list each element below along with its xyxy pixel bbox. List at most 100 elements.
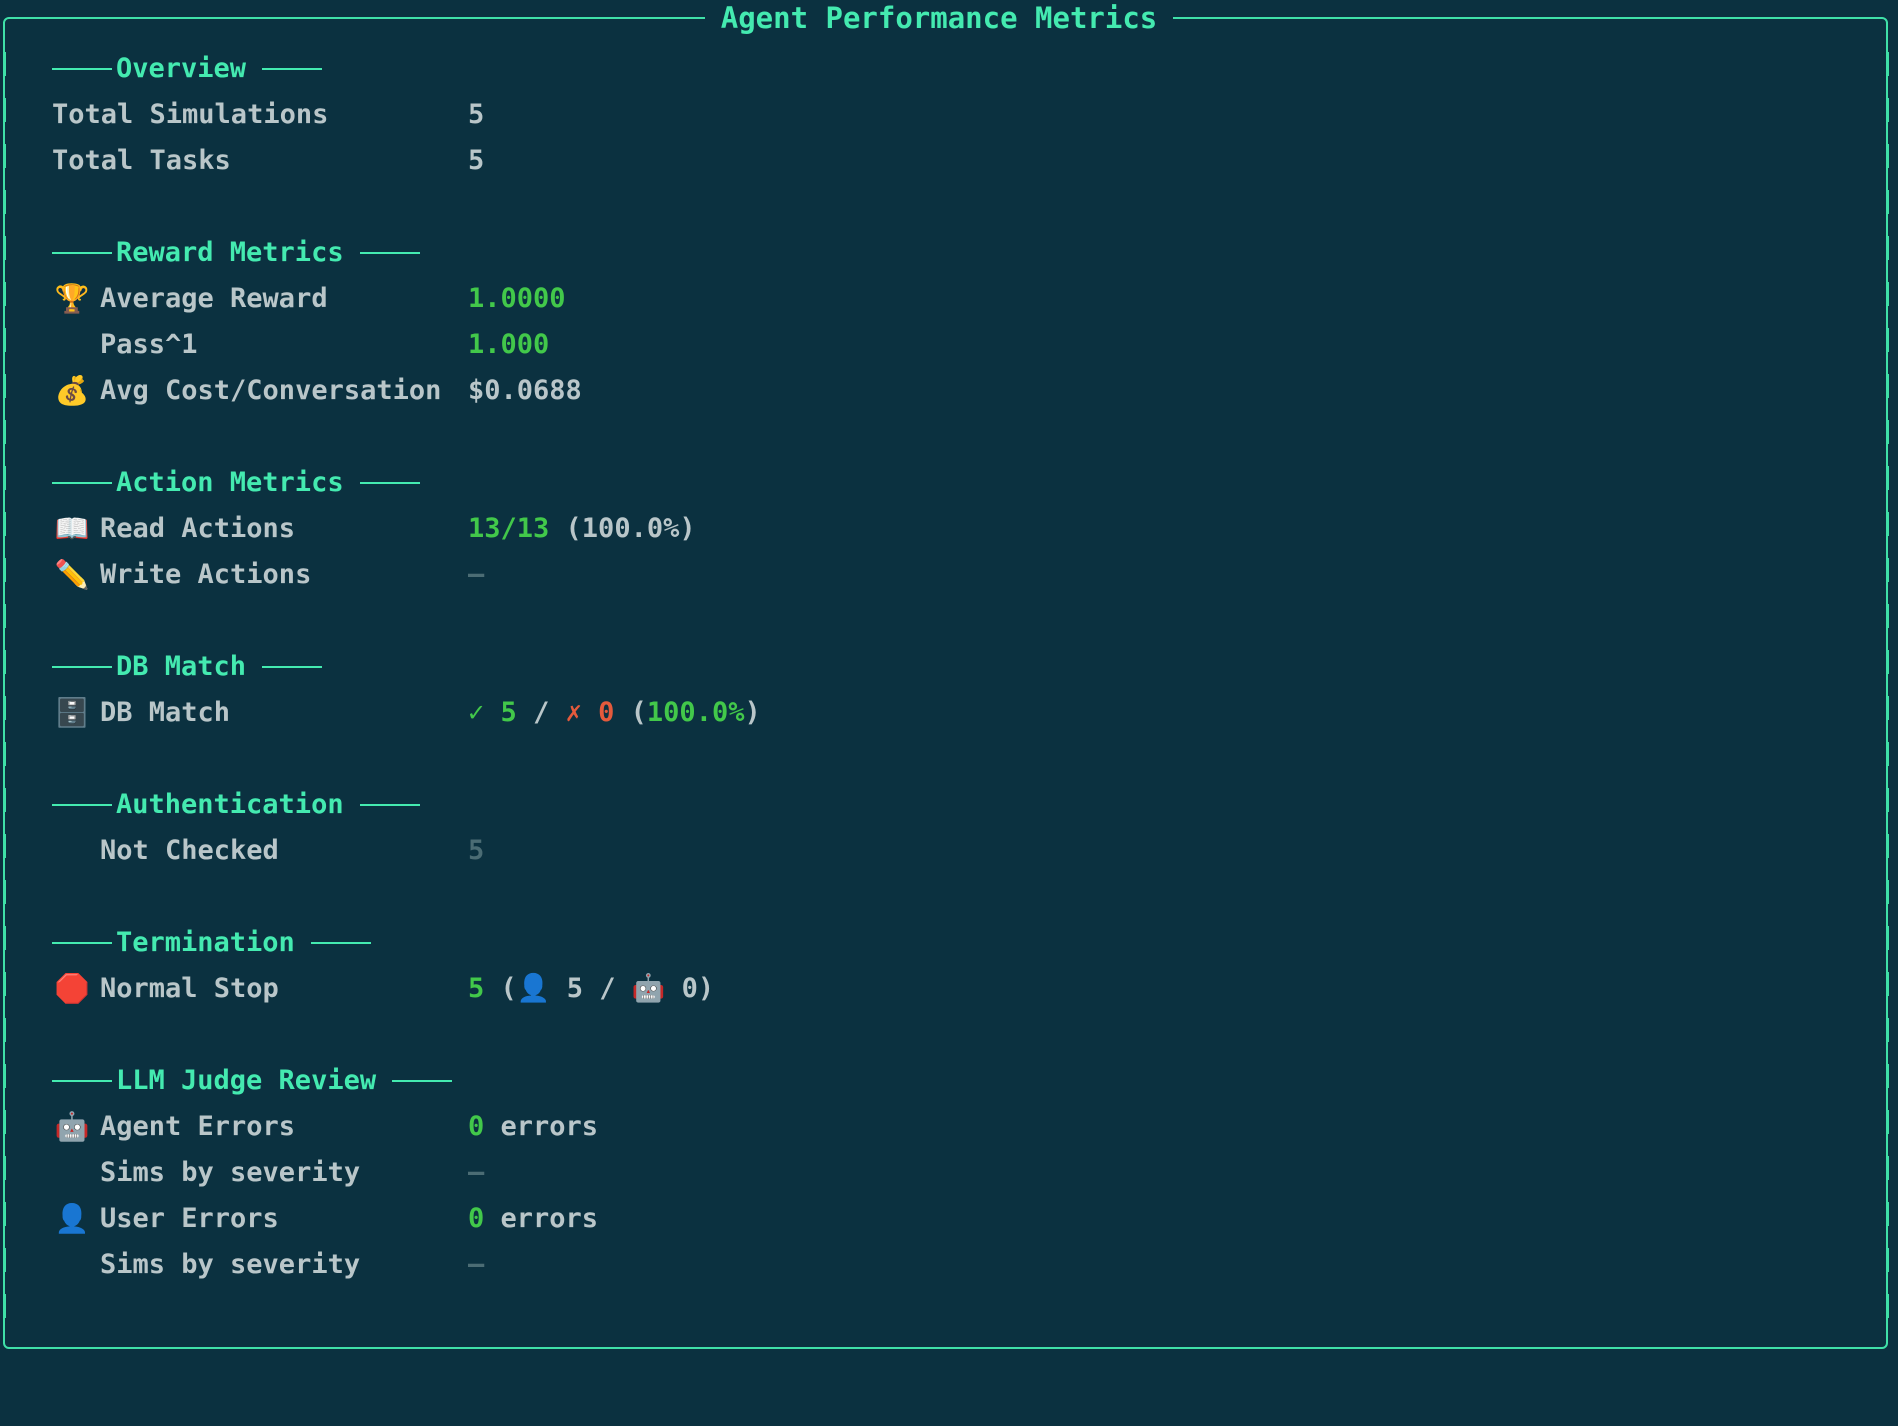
border-dash [1886,1018,1889,1042]
metric-label: Agent Errors [100,1111,296,1142]
heading-text: Authentication [116,789,344,820]
section-heading-llm-judge: LLM Judge Review [52,1058,1832,1104]
border-dash [1886,926,1889,950]
heading-rule [52,252,112,254]
metric-label: DB Match [100,697,231,728]
border-dash [3,236,6,260]
metric-value: 5 [468,145,485,176]
border-dash [1886,834,1889,858]
heading-rule [52,1080,112,1082]
border-dash [1886,374,1889,398]
read-actions-ratio: 13/13 [468,513,550,544]
border-dash [1886,236,1889,260]
heading-text: DB Match [116,651,247,682]
border-dash [1886,1156,1889,1180]
heading-rule [52,666,112,668]
metric-value: 5 (👤 5 / 🤖 0) [468,966,714,1012]
stop-sign-icon: 🛑 [54,972,90,1005]
metric-label: Total Tasks [52,145,231,176]
metric-value: – [468,1249,485,1280]
separator: / [599,973,616,1004]
heading-text: Action Metrics [116,467,344,498]
border-dash [3,98,6,122]
border-dash [3,144,6,168]
heading-rule [359,804,420,806]
border-dash [3,558,6,582]
metric-label: Sims by severity [100,1249,361,1280]
heading-text: LLM Judge Review [116,1065,377,1096]
db-match-fail-count: 0 [598,697,615,728]
metric-label: Write Actions [100,559,312,590]
heading-rule [262,68,323,70]
border-dash [3,650,6,674]
border-dash [3,512,6,536]
border-dash [1886,190,1889,214]
metric-label: Total Simulations [52,99,329,130]
paren: ( [630,697,647,728]
border-dash [3,52,6,76]
agent-stop-count: 0 [681,973,698,1004]
border-dash [1886,466,1889,490]
heading-rule [359,252,420,254]
border-dash [3,1202,6,1226]
border-dash [3,1018,6,1042]
metric-value: – [468,559,485,590]
heading-rule [52,804,112,806]
metric-row-pass-1: Pass^1 1.000 [52,322,1832,368]
metric-row-write-actions: ✏️ Write Actions – [52,552,1832,598]
border-dash [1886,282,1889,306]
metric-label: Sims by severity [100,1157,361,1188]
file-cabinet-icon: 🗄️ [54,696,90,729]
border-dash [3,1294,6,1318]
border-dash [3,742,6,766]
border-dash [1886,98,1889,122]
metric-value: 1.000 [468,329,550,360]
border-dash [3,788,6,812]
border-dash [1886,1294,1889,1318]
section-heading-reward: Reward Metrics [52,230,1832,276]
robot-icon: 🤖 [54,1110,90,1143]
border-dash [3,1248,6,1272]
border-dash [1886,604,1889,628]
heading-rule [52,68,112,70]
metric-value: 13/13 (100.0%) [468,506,696,552]
metric-value: – [468,1157,485,1188]
cross-mark: ✗ [565,697,582,728]
user-stop-count: 5 [566,973,583,1004]
normal-stop-total: 5 [468,973,485,1004]
check-mark: ✓ [468,697,485,728]
border-dash [1886,1110,1889,1134]
border-dash [1886,144,1889,168]
metric-value: ✓ 5 / ✗ 0 (100.0%) [468,690,761,736]
metric-label: User Errors [100,1203,279,1234]
panel-title: Agent Performance Metrics [0,0,1878,36]
paren: ) [744,697,761,728]
border-dash [1886,880,1889,904]
heading-rule [52,482,112,484]
metric-label: Read Actions [100,513,296,544]
border-dash [3,834,6,858]
border-dash [3,466,6,490]
heading-text: Overview [116,53,247,84]
metric-row-user-errors: 👤 User Errors 0 errors [52,1196,1832,1242]
robot-icon: 🤖 [631,973,666,1004]
paren: ) [697,973,715,1004]
border-dash [3,1156,6,1180]
metric-row-average-reward: 🏆 Average Reward 1.0000 [52,276,1832,322]
border-dash [1886,650,1889,674]
metric-row-agent-severity: Sims by severity – [52,1150,1832,1196]
metric-row-total-tasks: Total Tasks 5 [52,138,1832,184]
border-dash [3,972,6,996]
agent-errors-count: 0 [468,1111,485,1142]
metric-row-normal-stop: 🛑 Normal Stop 5 (👤 5 / 🤖 0) [52,966,1832,1012]
border-dash [1886,512,1889,536]
border-dash [1886,328,1889,352]
metric-value: $0.0688 [468,375,582,406]
section-heading-action: Action Metrics [52,460,1832,506]
separator: / [533,697,550,728]
border-dash [3,696,6,720]
db-match-percent: 100.0% [646,697,745,728]
border-dash [1886,788,1889,812]
heading-rule [262,666,323,668]
border-dash [1886,1248,1889,1272]
